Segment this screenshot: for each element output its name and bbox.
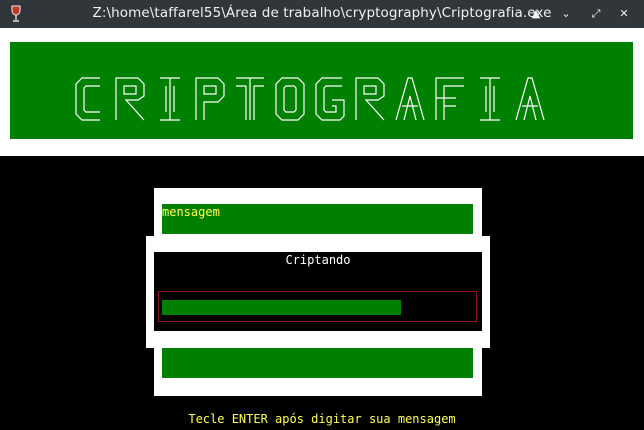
progress-fill	[162, 300, 401, 315]
keep-above-button[interactable]: ▲	[528, 6, 544, 22]
banner-letter	[236, 77, 264, 120]
banner-letter	[480, 77, 500, 121]
banner	[10, 42, 633, 139]
console-area: mensagem Criptando Tecle ENTER após digi…	[0, 156, 644, 430]
maximize-button[interactable]: ⤢	[588, 6, 604, 22]
banner-ascii-art	[75, 77, 545, 121]
banner-letter	[115, 77, 145, 121]
banner-letter	[195, 77, 225, 120]
banner-letter	[275, 77, 305, 121]
banner-letter	[75, 77, 100, 121]
hint-text: Tecle ENTER após digitar sua mensagem	[188, 412, 456, 426]
banner-letter	[395, 77, 425, 121]
message-input-area[interactable]	[162, 346, 473, 378]
banner-letter	[435, 77, 464, 120]
close-button[interactable]: ✕	[616, 6, 632, 22]
message-label: mensagem	[162, 205, 220, 219]
banner-letter	[515, 77, 545, 121]
banner-frame	[0, 28, 644, 156]
dialog-title: Criptando	[285, 253, 351, 267]
title-bar: Z:\home\taffarel55\Área de trabalho\cryp…	[0, 0, 644, 28]
dialog-body: Criptando	[154, 252, 482, 331]
window-title: Z:\home\taffarel55\Área de trabalho\cryp…	[92, 5, 552, 21]
encrypting-dialog: Criptando	[146, 236, 490, 348]
banner-letter	[315, 77, 345, 121]
minimize-button[interactable]: ⌄	[558, 6, 574, 22]
banner-letter	[160, 77, 180, 121]
progress-bar	[158, 291, 477, 322]
banner-letter	[355, 77, 385, 121]
